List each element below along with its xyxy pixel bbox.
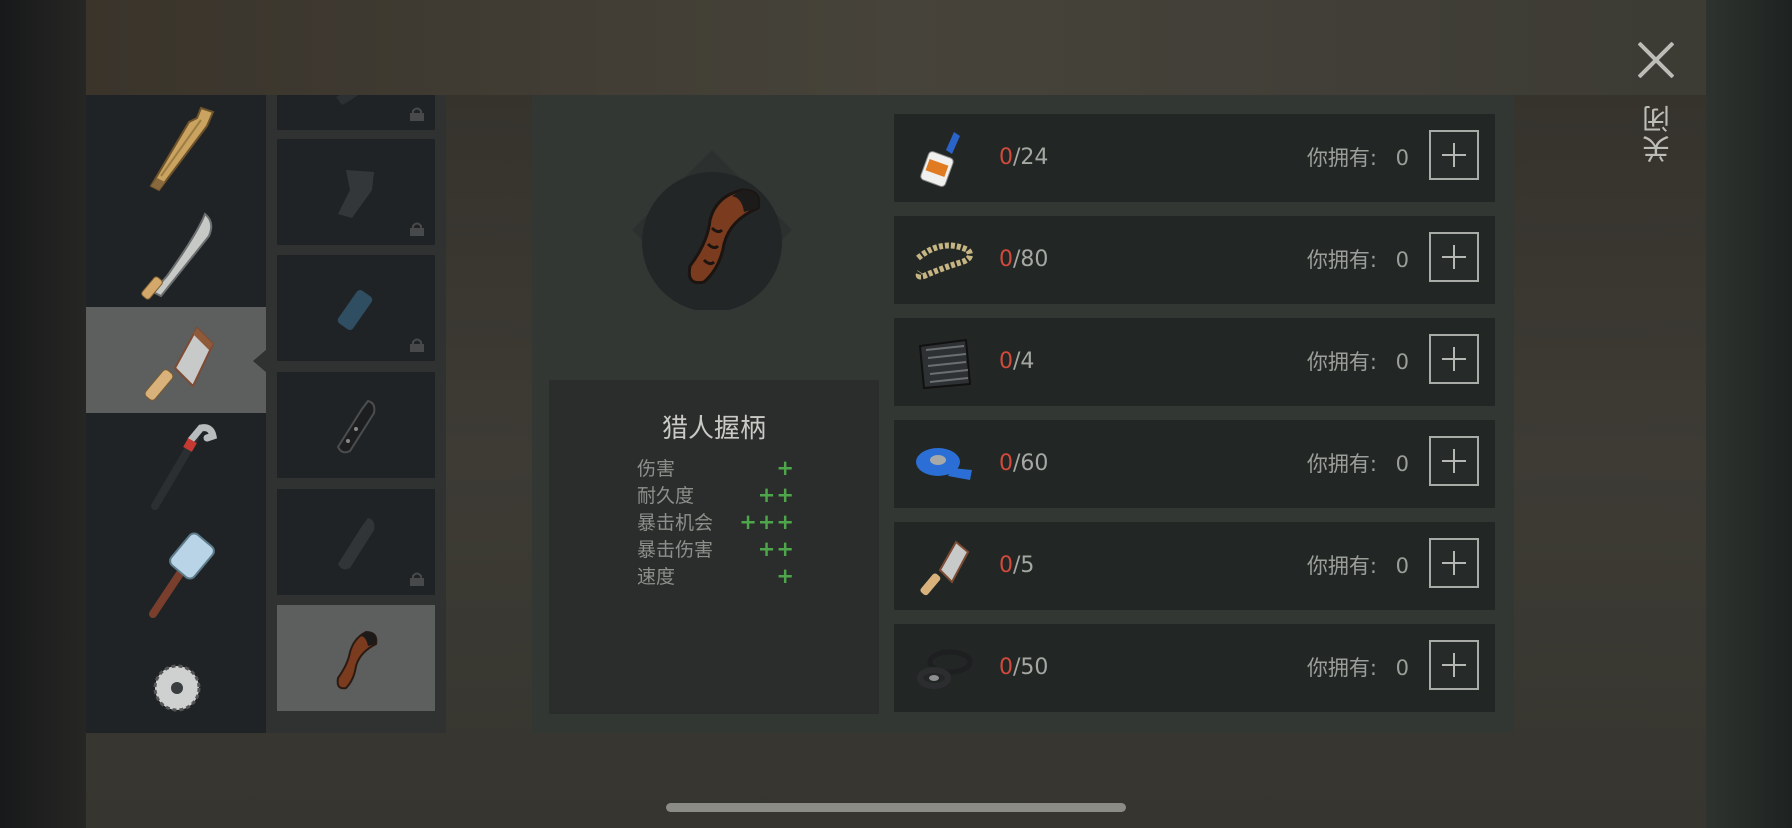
rope-icon: [915, 242, 973, 280]
owned-value: 0: [1395, 350, 1409, 374]
weapon-category-list[interactable]: [86, 95, 266, 733]
stat-value: +: [776, 455, 795, 480]
home-indicator[interactable]: [666, 803, 1126, 812]
material-row-duct-tape: 0/60 你拥有: 0: [894, 420, 1495, 508]
owned-label: 你拥有:: [1306, 350, 1377, 374]
lock-icon: [410, 222, 424, 236]
close-icon[interactable]: [1634, 38, 1678, 82]
background-right: [1706, 0, 1792, 828]
taped-handle-icon: [337, 290, 373, 330]
item-name: 猎人握柄: [661, 414, 766, 444]
glue-icon: [920, 132, 960, 187]
sheet-metal-icon: [918, 338, 972, 390]
black-handle-icon: [336, 399, 376, 454]
rubber-gaskets-icon: [917, 649, 973, 689]
stat-row-damage: 伤害 +: [637, 454, 795, 481]
cleaver-icon: [144, 326, 215, 401]
background-left: [0, 0, 86, 828]
stat-label: 耐久度: [637, 485, 695, 507]
lock-icon: [410, 107, 424, 121]
top-band: [86, 0, 1706, 95]
machete-icon: [141, 212, 213, 300]
owned-label: 你拥有:: [1306, 554, 1377, 578]
material-count: 0/4: [999, 349, 1035, 374]
material-row-rubber-gaskets: 0/50 你拥有: 0: [894, 624, 1495, 712]
owned-value: 0: [1395, 146, 1409, 170]
owned-label: 你拥有:: [1306, 452, 1377, 476]
owned-label: 你拥有:: [1306, 146, 1377, 170]
add-material-button[interactable]: [1429, 130, 1479, 180]
lock-icon: [410, 338, 424, 352]
add-material-button[interactable]: [1429, 538, 1479, 588]
owned-value: 0: [1395, 554, 1409, 578]
material-row-sheet-metal: 0/4 你拥有: 0: [894, 318, 1495, 406]
add-material-button[interactable]: [1429, 334, 1479, 384]
handle-icon: [336, 95, 359, 105]
handle-variant-list[interactable]: [266, 95, 446, 733]
stat-value: ++: [757, 482, 795, 507]
duct-tape-icon: [916, 448, 972, 480]
category-saw[interactable]: [86, 625, 266, 731]
material-row-cleaver: 0/5 你拥有: 0: [894, 522, 1495, 610]
item-stats-box: 猎人握柄 伤害 + 耐久度 ++ 暴击机会 +++ 暴击伤害 ++ 速度 +: [549, 380, 879, 714]
hunter-grip-variant[interactable]: [277, 605, 435, 711]
handle-variant-5[interactable]: [277, 489, 435, 595]
handle-variant-2[interactable]: [277, 139, 435, 245]
material-count: 0/80: [999, 247, 1049, 272]
stat-row-crit-chance: 暴击机会 +++: [637, 508, 795, 535]
stat-label: 暴击伤害: [637, 539, 714, 561]
material-count: 0/24: [999, 145, 1049, 170]
owned-value: 0: [1395, 248, 1409, 272]
owned-value: 0: [1395, 452, 1409, 476]
stat-row-durability: 耐久度 ++: [637, 481, 795, 508]
owned-value: 0: [1395, 656, 1409, 680]
saw-blade-icon: [153, 664, 201, 712]
owned-label: 你拥有:: [1306, 656, 1377, 680]
black-handle-icon: [338, 518, 375, 570]
hunter-grip-icon: [336, 630, 378, 690]
add-material-button[interactable]: [1429, 232, 1479, 282]
item-preview: [632, 150, 792, 312]
owned-label: 你拥有:: [1306, 248, 1377, 272]
category-wooden-plank[interactable]: [86, 95, 266, 201]
stat-row-crit-damage: 暴击伤害 ++: [637, 535, 795, 562]
stat-value: +++: [739, 509, 795, 534]
category-crowbar[interactable]: [86, 413, 266, 519]
material-count: 0/50: [999, 655, 1049, 680]
stat-value: ++: [757, 536, 795, 561]
add-material-button[interactable]: [1429, 436, 1479, 486]
stat-label: 速度: [637, 566, 676, 588]
wooden-plank-icon: [149, 106, 215, 192]
category-cleaver[interactable]: [86, 307, 266, 413]
cleaver-icon: [920, 540, 970, 596]
handle-variant-1[interactable]: [277, 95, 435, 130]
handle-variant-4[interactable]: [277, 372, 435, 478]
handle-variant-3[interactable]: [277, 255, 435, 361]
material-row-glue: 0/24 你拥有: 0: [894, 114, 1495, 202]
add-material-button[interactable]: [1429, 640, 1479, 690]
material-count: 0/5: [999, 553, 1035, 578]
close-label[interactable]: 关闭: [1638, 103, 1674, 163]
stat-value: +: [776, 563, 795, 588]
stat-row-speed: 速度 +: [637, 562, 795, 589]
lock-icon: [410, 572, 424, 586]
stat-label: 暴击机会: [637, 512, 714, 534]
category-machete[interactable]: [86, 201, 266, 307]
stat-label: 伤害: [637, 458, 676, 480]
crowbar-icon: [151, 424, 218, 510]
category-sledgehammer[interactable]: [86, 519, 266, 625]
material-row-rope: 0/80 你拥有: 0: [894, 216, 1495, 304]
sledgehammer-icon: [149, 532, 215, 618]
material-count: 0/60: [999, 451, 1049, 476]
handle-icon: [338, 170, 374, 218]
